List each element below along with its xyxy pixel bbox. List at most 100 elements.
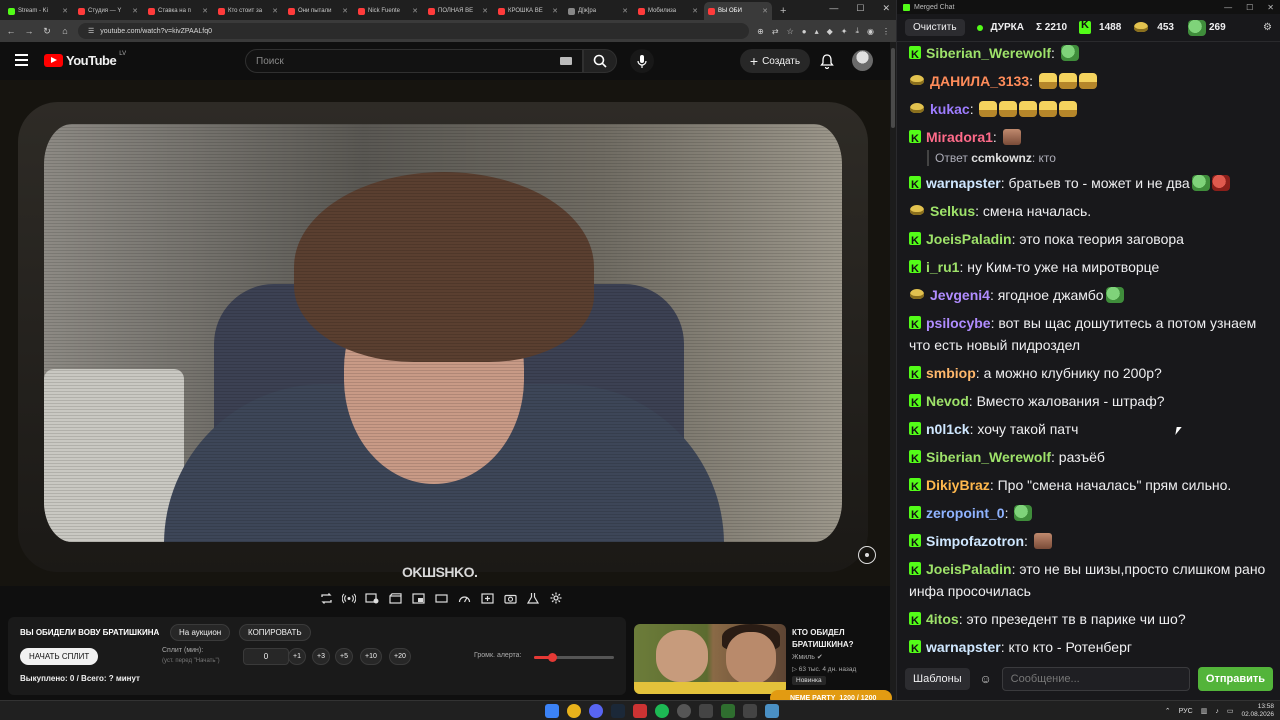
chat-message[interactable]: Miradora1: — [909, 126, 1271, 150]
split-step-button[interactable]: +1 — [288, 648, 306, 665]
start-icon[interactable] — [545, 704, 559, 718]
app-icon[interactable] — [743, 704, 757, 718]
chat-nick[interactable]: Jevgeni4 — [930, 287, 990, 303]
minimize-icon[interactable]: — — [829, 3, 838, 14]
alert-volume-slider[interactable] — [534, 653, 614, 662]
chat-message[interactable]: zeropoint_0: — [909, 502, 1271, 526]
copy-button[interactable]: КОПИРОВАТЬ — [239, 624, 311, 641]
youtube-logo[interactable]: YouTube LV — [44, 51, 126, 68]
tab-close-icon[interactable]: ✕ — [482, 7, 488, 15]
steam-icon[interactable] — [611, 704, 625, 718]
tab-close-icon[interactable]: ✕ — [342, 7, 348, 15]
chrome-icon[interactable] — [567, 704, 581, 718]
emoji-icon[interactable]: ☺ — [978, 672, 994, 686]
app-icon[interactable] — [699, 704, 713, 718]
browser-tab[interactable]: Кто стоит за ✕ — [214, 2, 282, 20]
recommended-channel[interactable]: Жмиль ✔ — [792, 653, 823, 661]
close-icon[interactable]: ✕ — [882, 3, 890, 14]
spotify-icon[interactable] — [655, 704, 669, 718]
add-frame-icon[interactable] — [479, 591, 495, 605]
flask-icon[interactable] — [525, 591, 541, 605]
chat-message[interactable]: smbiop: а можно клубнику по 200р? — [909, 362, 1271, 386]
chat-message[interactable]: warnapster: братьев то - может и не два — [909, 172, 1271, 196]
recommended-video[interactable]: КТО ОБИДЕЛ БРАТИШКИНА? Жмиль ✔ ▷ 63 тыс.… — [634, 624, 892, 694]
chat-message-input[interactable]: Сообщение... — [1001, 667, 1190, 691]
clapperboard-icon[interactable] — [387, 591, 403, 605]
chat-nick[interactable]: JoeisPaladin — [926, 561, 1012, 577]
scrollbar-thumb[interactable] — [891, 48, 895, 128]
browser-menu-icon[interactable]: ⋮ — [882, 27, 890, 36]
split-minutes-input[interactable]: 0 — [243, 648, 289, 665]
chat-nick[interactable]: kukac — [930, 101, 970, 117]
search-input[interactable]: Поиск — [245, 49, 583, 73]
search-button[interactable] — [583, 49, 617, 73]
split-step-button[interactable]: +20 — [389, 648, 411, 665]
on-auction-button[interactable]: На аукцион — [170, 624, 231, 641]
video-thumbnail[interactable] — [634, 624, 786, 694]
browser-tab[interactable]: Stream - Ki ✕ — [4, 2, 72, 20]
chat-message[interactable]: Simpofazotron: — [909, 530, 1271, 554]
extensions-puzzle-icon[interactable]: ✦ — [841, 27, 848, 36]
extension-icon[interactable]: ▴ — [815, 27, 819, 36]
chat-nick[interactable]: Simpofazotron — [926, 533, 1024, 549]
chat-message[interactable]: JoeisPaladin: это не вы шизы,просто слиш… — [909, 558, 1271, 602]
tab-close-icon[interactable]: ✕ — [202, 7, 208, 15]
browser-tab[interactable]: Д[ж]ра ✕ — [564, 2, 632, 20]
chat-message[interactable]: warnapster: кто кто - Ротенберг — [909, 636, 1271, 658]
chat-message[interactable]: Siberian_Werewolf: — [909, 42, 1271, 66]
browser-tab[interactable]: ВЫ ОБИ ✕ — [704, 2, 772, 20]
download-icon[interactable]: ⤓ — [855, 26, 859, 36]
chat-message[interactable]: psilocybe: вот вы щас дошутитесь а потом… — [909, 312, 1271, 356]
picture-in-picture-icon[interactable] — [410, 591, 426, 605]
theater-mode-icon[interactable] — [433, 591, 449, 605]
send-button[interactable]: Отправить — [1197, 667, 1273, 691]
tab-close-icon[interactable]: ✕ — [552, 7, 558, 15]
chat-nick[interactable]: DikiyBraz — [926, 477, 990, 493]
translate-icon[interactable]: ⇄ — [772, 27, 779, 36]
browser-tab[interactable]: Ставка на п ✕ — [144, 2, 212, 20]
chat-messages[interactable]: Siberian_Werewolf: ДАНИЛА_3133: kukac: M… — [897, 42, 1280, 658]
chat-nick[interactable]: warnapster — [926, 639, 1001, 655]
chat-settings-icon[interactable]: ⚙ — [1263, 22, 1272, 33]
chat-nick[interactable]: smbiop — [926, 365, 976, 381]
gear-icon[interactable] — [548, 591, 564, 605]
tab-close-icon[interactable]: ✕ — [272, 7, 278, 15]
site-info-icon[interactable]: ☰ — [88, 27, 94, 35]
chat-message[interactable]: i_ru1: ну Ким-то уже на миротворце — [909, 256, 1271, 280]
reply-reference[interactable]: Ответ ccmkownz: кто — [927, 150, 1271, 166]
close-icon[interactable]: ✕ — [1267, 3, 1274, 12]
chat-nick[interactable]: Selkus — [930, 203, 975, 219]
chat-message[interactable]: 4itos: это презедент тв в парике чи шо? — [909, 608, 1271, 632]
recommended-title[interactable]: КТО ОБИДЕЛ БРАТИШКИНА? — [792, 627, 890, 651]
create-button[interactable]: + Создать — [740, 49, 810, 73]
split-step-button[interactable]: +10 — [360, 648, 382, 665]
chat-nick[interactable]: Siberian_Werewolf — [926, 449, 1051, 465]
keyboard-language[interactable]: РУС — [1179, 708, 1193, 715]
chat-nick[interactable]: n0l1ck — [926, 421, 970, 437]
chat-message[interactable]: JoeisPaladin: это пока теория заговора — [909, 228, 1271, 252]
app-icon[interactable] — [765, 704, 779, 718]
camera-icon[interactable] — [502, 591, 518, 605]
tab-close-icon[interactable]: ✕ — [412, 7, 418, 15]
back-icon[interactable]: ← — [6, 26, 16, 36]
video-player[interactable]: OKШSHKO. — [0, 80, 890, 586]
network-icon[interactable]: ▥ — [1201, 707, 1208, 715]
maximize-icon[interactable]: ☐ — [856, 3, 864, 14]
chat-message[interactable]: Siberian_Werewolf: разъёб — [909, 446, 1271, 470]
discord-icon[interactable] — [589, 704, 603, 718]
tab-close-icon[interactable]: ✕ — [692, 7, 698, 15]
chat-nick[interactable]: ДАНИЛА_3133 — [930, 73, 1029, 89]
chat-nick[interactable]: Miradora1 — [926, 129, 993, 145]
split-step-button[interactable]: +5 — [335, 648, 353, 665]
player-extra-button[interactable] — [858, 546, 876, 564]
battery-icon[interactable]: ▭ — [1227, 707, 1234, 715]
chat-message[interactable]: Selkus: смена началась. — [909, 200, 1271, 222]
chat-message[interactable]: Nevod: Вместо жалования - штраф? — [909, 390, 1271, 414]
minimize-icon[interactable]: — — [1224, 3, 1232, 12]
volume-icon[interactable]: ♪ — [1215, 708, 1219, 715]
profile-icon[interactable]: ◉ — [867, 27, 874, 36]
alert-volume-knob[interactable] — [547, 653, 557, 662]
broadcast-icon[interactable] — [341, 591, 357, 605]
maximize-icon[interactable]: ☐ — [1246, 3, 1253, 12]
templates-button[interactable]: Шаблоны — [905, 668, 970, 690]
